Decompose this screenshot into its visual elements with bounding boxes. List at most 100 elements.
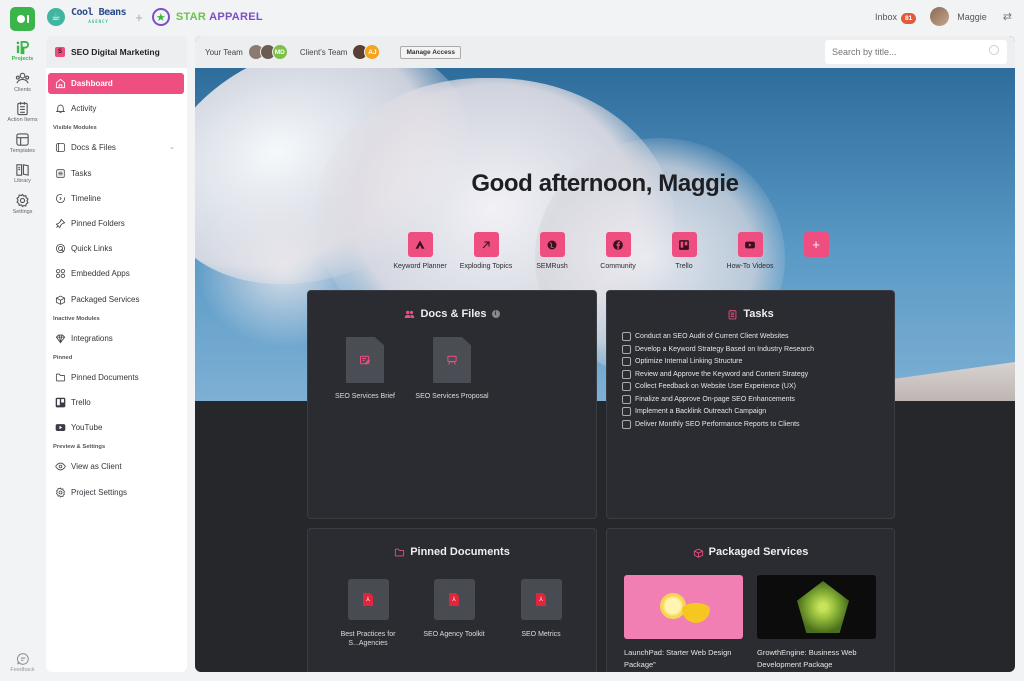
quick-link-exploding-topics[interactable]: Exploding Topics [453, 232, 519, 271]
rail-item-library[interactable]: Library [0, 162, 45, 185]
task-checkbox[interactable] [622, 394, 631, 404]
action-items-icon [17, 101, 28, 116]
sidebar-item-youtube[interactable]: YouTube [48, 417, 184, 438]
project-badge: S [55, 47, 65, 57]
task-checkbox[interactable] [622, 419, 631, 429]
trello-icon [55, 397, 66, 408]
info-icon[interactable]: i [491, 310, 500, 318]
docs-icon [55, 143, 66, 153]
project-header[interactable]: S SEO Digital Marketing [46, 36, 187, 68]
bell-icon [55, 104, 66, 114]
sidebar-item-view-as-client[interactable]: View as Client [48, 456, 184, 477]
greeting-heading: Good afternoon, Maggie [471, 170, 739, 197]
user-avatar[interactable] [930, 7, 950, 26]
sidebar-item-project-settings[interactable]: Project Settings [48, 482, 184, 503]
task-checkbox[interactable] [622, 407, 631, 416]
rail-item-projects[interactable]: Projects [0, 40, 45, 63]
quick-link-how-to-videos[interactable]: How-To Videos [717, 232, 783, 271]
sidebar-item-dashboard[interactable]: Dashboard [48, 73, 184, 94]
rail-item-action-items[interactable]: Action Items [0, 101, 45, 124]
client-logo-icon: ★ [151, 8, 170, 26]
packaged-service-item[interactable]: LaunchPad: Starter Web Design Package" [624, 575, 744, 671]
clients-icon [15, 72, 30, 83]
plus-icon: + [803, 232, 829, 257]
sidebar-item-quick-links[interactable]: Quick Links [48, 238, 184, 259]
search-icon[interactable] [989, 45, 999, 55]
plus-separator: + [135, 9, 143, 25]
switch-icon[interactable]: ⇄ [1003, 10, 1012, 23]
inbox-link[interactable]: Inbox 81 [875, 12, 917, 24]
link-icon [55, 244, 66, 254]
task-item[interactable]: Implement a Backlink Outreach Campaign [622, 407, 766, 416]
clients-team-avatars[interactable]: AJ [352, 44, 381, 60]
diamond-icon [55, 334, 66, 343]
sidebar-item-timeline[interactable]: Timeline [48, 188, 184, 209]
apps-icon [55, 269, 66, 279]
task-item[interactable]: Conduct an SEO Audit of Current Client W… [622, 332, 789, 341]
feedback-button[interactable]: Feedback [0, 652, 45, 674]
pinned-doc[interactable]: ⅄ Best Practices for S...Agencies [323, 579, 413, 648]
brand-lockup: ☕ Cool Beans AGENCY + ★ STAR APPAREL [47, 8, 263, 26]
doc-file[interactable]: SEO Services Brief [325, 337, 405, 401]
sidebar-item-tasks[interactable]: Tasks [48, 163, 184, 184]
top-bar: ☕ Cool Beans AGENCY + ★ STAR APPAREL Inbo… [0, 0, 1024, 36]
pdf-icon: ⅄ [449, 593, 459, 606]
rail-item-settings[interactable]: Settings [0, 193, 45, 216]
document-edit-icon [360, 355, 371, 365]
chevron-down-icon[interactable]: ⌄ [169, 143, 175, 151]
pin-icon [55, 218, 66, 229]
sidebar-item-packaged-services[interactable]: Packaged Services [48, 289, 184, 310]
library-icon [16, 164, 29, 176]
app-logo[interactable] [10, 7, 35, 31]
rail-item-clients[interactable]: Clients [0, 71, 45, 94]
globe-icon [547, 240, 557, 249]
sidebar-item-integrations[interactable]: Integrations [48, 328, 184, 349]
package-icon [693, 548, 703, 558]
task-checkbox[interactable] [622, 357, 631, 366]
doc-file[interactable]: SEO Services Proposal [412, 337, 492, 401]
pinned-doc[interactable]: ⅄ SEO Agency Toolkit [409, 579, 499, 639]
manage-access-button[interactable]: Manage Access [400, 45, 461, 59]
search-input[interactable] [825, 40, 1007, 64]
task-item[interactable]: Deliver Monthly SEO Performance Reports … [622, 419, 800, 429]
avatar[interactable]: MD [271, 44, 288, 60]
add-quick-link-button[interactable]: + [783, 232, 849, 271]
task-item[interactable]: Finalize and Approve On-page SEO Enhance… [622, 394, 795, 404]
quick-link-keyword-planner[interactable]: Keyword Planner [387, 232, 453, 271]
facebook-icon [613, 239, 623, 250]
task-checkbox[interactable] [622, 382, 631, 391]
section-visible-modules: Visible Modules [53, 125, 97, 132]
task-item[interactable]: Review and Approve the Keyword and Conte… [622, 369, 808, 379]
user-name[interactable]: Maggie [957, 12, 987, 22]
sidebar-item-pinned-documents[interactable]: Pinned Documents [48, 367, 184, 388]
your-team-label: Your Team [205, 47, 243, 57]
quick-link-semrush[interactable]: SEMRush [519, 232, 585, 271]
presentation-icon [447, 355, 457, 365]
sidebar-item-docs-files[interactable]: Docs & Files ⌄ [48, 137, 184, 158]
task-item[interactable]: Develop a Keyword Strategy Based on Indu… [622, 344, 814, 354]
timeline-icon [55, 193, 66, 203]
sidebar-item-embedded-apps[interactable]: Embedded Apps [48, 263, 184, 284]
task-checkbox[interactable] [622, 332, 631, 341]
pinned-doc[interactable]: ⅄ SEO Metrics [496, 579, 586, 639]
task-checkbox[interactable] [622, 369, 631, 379]
avatar[interactable]: AJ [364, 44, 381, 60]
task-checkbox[interactable] [622, 344, 631, 354]
youtube-icon [55, 424, 66, 432]
quick-link-community[interactable]: Community [585, 232, 651, 271]
arrow-up-right-icon [482, 240, 490, 248]
package-icon [55, 295, 66, 305]
task-item[interactable]: Collect Feedback on Website User Experie… [622, 382, 796, 391]
pdf-icon: ⅄ [363, 593, 373, 606]
your-team-avatars[interactable]: MD [247, 44, 288, 60]
client-name: STAR APPAREL [175, 11, 263, 23]
google-ads-icon [415, 240, 425, 249]
sidebar-item-activity[interactable]: Activity [48, 98, 184, 119]
sidebar-item-pinned-folders[interactable]: Pinned Folders [48, 213, 184, 234]
sidebar-item-trello[interactable]: Trello [48, 392, 184, 413]
youtube-icon [745, 241, 755, 248]
quick-link-trello[interactable]: Trello [651, 232, 717, 271]
rail-item-templates[interactable]: Templates [0, 132, 45, 155]
task-item[interactable]: Optimize Internal Linking Structure [622, 357, 742, 366]
packaged-service-item[interactable]: GrowthEngine: Business Web Development P… [757, 575, 877, 671]
